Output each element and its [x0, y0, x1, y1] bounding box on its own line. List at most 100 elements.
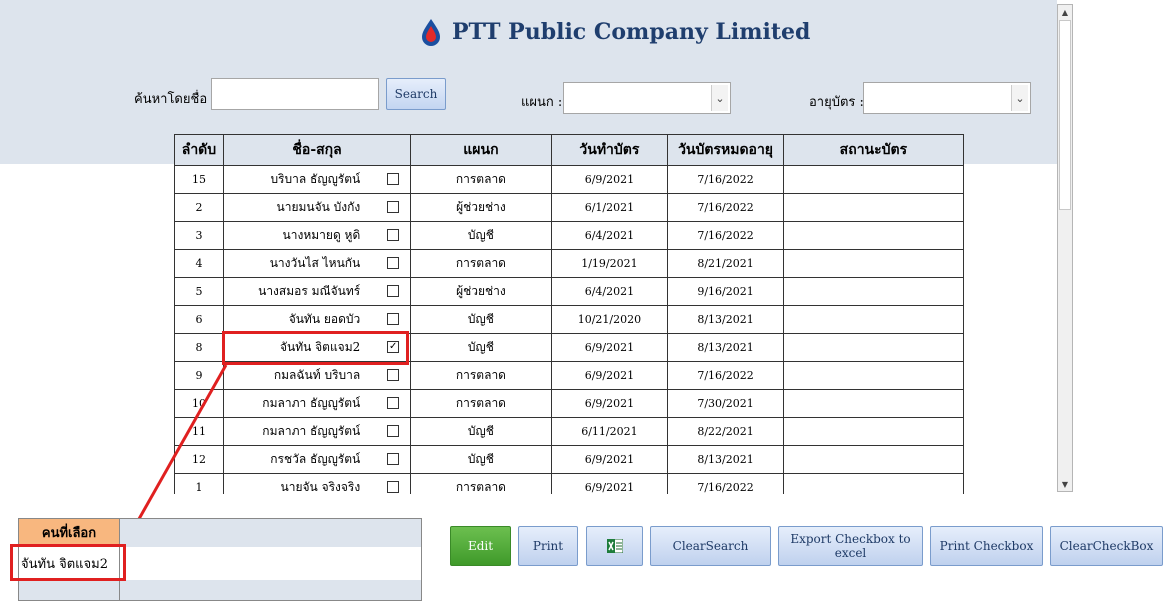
checkbox[interactable] [387, 453, 400, 465]
row-name-cell: กรชวัล ธัญญูรัตน์ [222, 445, 412, 474]
table-row[interactable]: 10 กมลาภา ธัญญูรัตน์ การตลาด 6/9/2021 7/30/2… [174, 389, 964, 418]
card-age-label: อายุบัตร : [809, 95, 864, 110]
checkbox[interactable] [387, 369, 400, 381]
row-seq-cell: 4 [174, 249, 224, 278]
title-bar: PTT Public Company Limited [420, 18, 810, 46]
row-name-text: จันทัน ยอดบัว [288, 312, 361, 326]
table-row[interactable]: 2 นายมนจัน บังกัง ผู้ช่วยช่าง 6/1/2021 7/16/… [174, 193, 964, 222]
edit-button[interactable]: Edit [450, 526, 511, 566]
row-seq-cell: 8 [174, 333, 224, 362]
row-status-cell [782, 221, 964, 250]
row-issue-date-cell: 6/9/2021 [550, 165, 669, 194]
row-expire-date-cell: 7/16/2022 [667, 221, 784, 250]
checkbox[interactable] [387, 257, 400, 269]
print-button[interactable]: Print [518, 526, 578, 566]
scroll-down-icon[interactable]: ▼ [1058, 477, 1072, 491]
panel-header: คนที่เลือก [19, 519, 120, 546]
row-department-cell: ผู้ช่วยช่าง [410, 193, 552, 222]
clear-checkbox-button[interactable]: ClearCheckBox [1050, 526, 1163, 566]
row-name-cell: นางวันไส ไหนกัน [222, 249, 412, 278]
scroll-thumb[interactable] [1059, 20, 1071, 210]
checkbox[interactable] [387, 481, 400, 493]
panel-footer-band [19, 580, 421, 600]
checkbox[interactable] [387, 229, 400, 241]
column-header-issue-date: วันทำบัตร [550, 134, 669, 166]
checkbox[interactable] [387, 285, 400, 297]
chevron-down-icon[interactable]: ⌄ [711, 85, 728, 111]
selected-row-highlight [222, 331, 409, 365]
row-seq-cell: 9 [174, 361, 224, 390]
row-seq-cell: 12 [174, 445, 224, 474]
row-department-cell: บัญชี [410, 333, 552, 362]
row-name-text: บริบาล ธัญญูรัตน์ [270, 172, 361, 186]
row-issue-date-cell: 6/9/2021 [550, 333, 669, 362]
export-checkbox-button[interactable]: Export Checkbox to excel [778, 526, 923, 566]
row-department-cell: การตลาด [410, 389, 552, 418]
row-name-cell: นายมนจัน บังกัง [222, 193, 412, 222]
row-name-cell: นางสมอร มณีจันทร์ [222, 277, 412, 306]
checkbox[interactable] [387, 397, 400, 409]
row-name-cell: กมลาภา ธัญญูรัตน์ [222, 389, 412, 418]
search-input[interactable] [211, 78, 379, 110]
row-name-cell: กมลฉันท์ บริบาล [222, 361, 412, 390]
column-header-status: สถานะบัตร [782, 134, 964, 166]
row-department-cell: การตลาด [410, 249, 552, 278]
column-header-name: ชื่อ-สกุล [222, 134, 412, 166]
row-department-cell: ผู้ช่วยช่าง [410, 277, 552, 306]
export-excel-button[interactable] [586, 526, 643, 566]
table-row[interactable]: 15 บริบาล ธัญญูรัตน์ การตลาด 6/9/2021 7/16/2… [174, 165, 964, 194]
row-name-text: กมลฉันท์ บริบาล [273, 368, 361, 382]
row-issue-date-cell: 6/9/2021 [550, 389, 669, 418]
row-seq-cell: 5 [174, 277, 224, 306]
row-expire-date-cell: 9/16/2021 [667, 277, 784, 306]
row-name-text: นายจัน จริงจริง [280, 480, 361, 494]
scroll-up-icon[interactable]: ▲ [1058, 5, 1072, 19]
row-issue-date-cell: 6/11/2021 [550, 417, 669, 446]
row-expire-date-cell: 8/13/2021 [667, 333, 784, 362]
search-label: ค้นหาโดยชื่อ : [134, 92, 216, 107]
row-issue-date-cell: 6/1/2021 [550, 193, 669, 222]
table-header-row: ลำดับ ชื่อ-สกุล แผนก วันทำบัตร วันบัตรหม… [174, 134, 964, 166]
department-select[interactable]: ⌄ [563, 82, 731, 114]
table-row[interactable]: 6 จันทัน ยอดบัว บัญชี 10/21/2020 8/13/2021 [174, 305, 964, 334]
row-department-cell: การตลาด [410, 165, 552, 194]
card-age-select[interactable]: ⌄ [863, 82, 1031, 114]
row-name-text: กรชวัล ธัญญูรัตน์ [270, 452, 361, 466]
table-row[interactable]: 3 นางหมายดู หูดิ บัญชี 6/4/2021 7/16/2022 [174, 221, 964, 250]
row-status-cell [782, 417, 964, 446]
checkbox[interactable] [387, 425, 400, 437]
checkbox[interactable] [387, 313, 400, 325]
row-status-cell [782, 165, 964, 194]
row-status-cell [782, 277, 964, 306]
row-expire-date-cell: 8/22/2021 [667, 417, 784, 446]
column-header-department: แผนก [410, 134, 552, 166]
row-expire-date-cell: 8/13/2021 [667, 305, 784, 334]
column-header-expire-date: วันบัตรหมดอายุ [667, 134, 784, 166]
table-row[interactable]: 4 นางวันไส ไหนกัน การตลาด 1/19/2021 8/21/202… [174, 249, 964, 278]
chevron-down-icon[interactable]: ⌄ [1011, 85, 1028, 111]
row-expire-date-cell: 7/16/2022 [667, 165, 784, 194]
row-expire-date-cell: 8/21/2021 [667, 249, 784, 278]
table-row[interactable]: 12 กรชวัล ธัญญูรัตน์ บัญชี 6/9/2021 8/13/202… [174, 445, 964, 474]
row-name-text: กมลาภา ธัญญูรัตน์ [262, 424, 361, 438]
row-name-cell: นางหมายดู หูดิ [222, 221, 412, 250]
table-row[interactable]: 5 นางสมอร มณีจันทร์ ผู้ช่วยช่าง 6/4/2021 9/1… [174, 277, 964, 306]
row-department-cell: บัญชี [410, 221, 552, 250]
clear-search-button[interactable]: ClearSearch [650, 526, 771, 566]
department-label: แผนก : [521, 95, 563, 110]
table-row[interactable]: 1 นายจัน จริงจริง การตลาด 6/9/2021 7/16/2022 [174, 473, 964, 494]
row-seq-cell: 11 [174, 417, 224, 446]
row-name-text: นางหมายดู หูดิ [282, 228, 361, 242]
vertical-scrollbar[interactable]: ▲ ▼ [1057, 4, 1073, 492]
row-department-cell: บัญชี [410, 305, 552, 334]
row-issue-date-cell: 6/4/2021 [550, 221, 669, 250]
table-row[interactable]: 11 กมลาภา ธัญญูรัตน์ บัญชี 6/11/2021 8/22/20… [174, 417, 964, 446]
row-name-text: นางวันไส ไหนกัน [269, 256, 361, 270]
print-checkbox-button[interactable]: Print Checkbox [930, 526, 1043, 566]
table-row[interactable]: 9 กมลฉันท์ บริบาล การตลาด 6/9/2021 7/16/2022 [174, 361, 964, 390]
row-seq-cell: 2 [174, 193, 224, 222]
checkbox[interactable] [387, 201, 400, 213]
checkbox[interactable] [387, 173, 400, 185]
search-button[interactable]: Search [386, 78, 446, 110]
row-name-text: นางสมอร มณีจันทร์ [258, 284, 361, 298]
